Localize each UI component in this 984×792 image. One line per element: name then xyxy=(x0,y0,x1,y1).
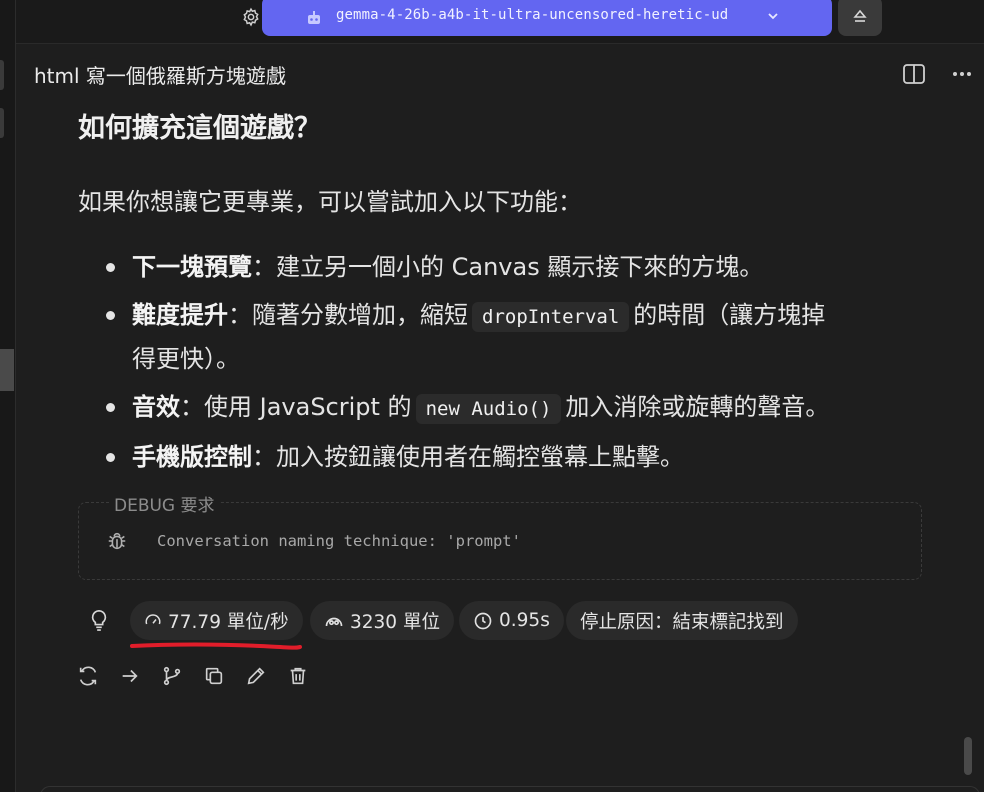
left-sidebar xyxy=(0,0,16,792)
delete-icon[interactable] xyxy=(286,664,310,688)
split-view-icon[interactable] xyxy=(902,62,926,86)
list-item-text: ：加入按鈕讓使用者在觸控螢幕上點擊。 xyxy=(252,443,684,471)
tokens-value: 3230 單位 xyxy=(350,611,440,633)
list-item-text: ：建立另一個小的 Canvas 顯示接下來的方塊。 xyxy=(252,253,764,281)
list-item-text: 得更快）。 xyxy=(132,345,240,373)
time-value: 0.95s xyxy=(499,610,550,631)
stop-reason-chip: 停止原因：結束標記找到 xyxy=(566,601,798,640)
speed-chip: 77.79 單位/秒 xyxy=(130,601,303,640)
sidebar-tab[interactable] xyxy=(0,60,4,90)
more-icon[interactable] xyxy=(950,62,974,86)
section-heading: 如何擴充這個遊戲？ xyxy=(78,113,321,144)
feature-list: 下一塊預覽：建立另一個小的 Canvas 顯示接下來的方塊。 難度提升：隨著分數… xyxy=(78,246,938,484)
list-item: 難度提升：隨著分數增加，縮短 dropInterval 的時間（讓方塊掉得更快）。 xyxy=(78,294,938,380)
list-item-text: ：使用 JavaScript 的 xyxy=(180,393,412,421)
continue-icon[interactable] xyxy=(118,664,142,688)
list-item: 下一塊預覽：建立另一個小的 Canvas 顯示接下來的方塊。 xyxy=(78,246,938,288)
sidebar-tab[interactable] xyxy=(0,108,4,138)
list-item-title: 音效 xyxy=(132,393,180,421)
assistant-message: 如何擴充這個遊戲？ 如果你想讓它更專業，可以嘗試加入以下功能： 下一塊預覽：建立… xyxy=(78,106,938,471)
speed-value: 77.79 單位/秒 xyxy=(168,611,289,633)
tokens-chip: 3230 單位 xyxy=(310,601,454,640)
debug-text: Conversation naming technique: 'prompt' xyxy=(157,532,521,550)
time-chip: 0.95s xyxy=(459,601,564,640)
input-area-edge xyxy=(40,786,980,792)
inline-code: dropInterval xyxy=(472,302,630,332)
model-selector-button[interactable]: gemma-4-26b-a4b-it-ultra-uncensored-here… xyxy=(262,0,832,36)
clock-icon xyxy=(474,612,492,629)
list-item: 手機版控制：加入按鈕讓使用者在觸控螢幕上點擊。 xyxy=(78,436,938,478)
scrollbar-thumb[interactable] xyxy=(964,737,972,775)
list-item-title: 下一塊預覽 xyxy=(132,253,252,281)
bug-icon xyxy=(106,530,128,552)
conversation-title: html 寫一個俄羅斯方塊遊戲 xyxy=(34,64,286,88)
highlight-underline xyxy=(130,642,302,650)
tokens-icon xyxy=(325,617,343,626)
list-item-text: 加入消除或旋轉的聲音。 xyxy=(565,393,830,421)
top-bar: gemma-4-26b-a4b-it-ultra-uncensored-here… xyxy=(16,0,984,44)
intro-paragraph: 如果你想讓它更專業，可以嘗試加入以下功能： xyxy=(78,188,582,216)
list-item-text: 的時間（讓方塊掉 xyxy=(633,301,826,329)
list-item: 音效：使用 JavaScript 的 new Audio() 加入消除或旋轉的聲音。 xyxy=(78,386,938,430)
sidebar-active-item[interactable] xyxy=(0,349,14,391)
debug-legend: DEBUG 要求 xyxy=(110,491,219,516)
robot-icon xyxy=(306,10,322,29)
lightbulb-icon[interactable] xyxy=(88,608,110,632)
list-item-title: 難度提升 xyxy=(132,301,228,329)
chevron-down-icon xyxy=(766,8,780,27)
model-name: gemma-4-26b-a4b-it-ultra-uncensored-here… xyxy=(336,7,729,23)
edit-icon[interactable] xyxy=(244,664,268,688)
branch-icon[interactable] xyxy=(160,664,184,688)
stop-reason-value: 停止原因：結束標記找到 xyxy=(580,611,784,633)
speedometer-icon xyxy=(145,613,161,624)
eject-icon[interactable] xyxy=(838,0,882,36)
inline-code: new Audio() xyxy=(415,394,562,424)
list-item-text: ：隨著分數增加，縮短 xyxy=(228,301,468,329)
list-item-title: 手機版控制 xyxy=(132,443,252,471)
copy-icon[interactable] xyxy=(202,664,226,688)
regenerate-icon[interactable] xyxy=(76,664,100,688)
